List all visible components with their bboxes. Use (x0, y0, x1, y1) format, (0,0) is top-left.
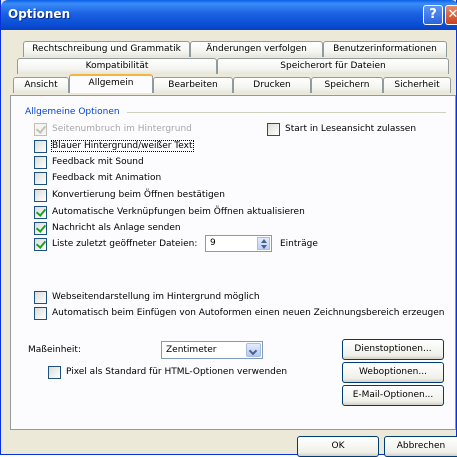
ok-button[interactable]: OK (297, 436, 379, 457)
option-recent-files[interactable]: Liste zuletzt geöffneter Dateien: (34, 237, 197, 251)
option-send-as-attachment[interactable]: Nachricht als Anlage senden (34, 221, 181, 235)
chevron-down-icon[interactable] (261, 245, 267, 249)
title-bar[interactable]: Optionen ? ✕ (1, 0, 457, 30)
close-icon[interactable]: ✕ (445, 5, 457, 25)
tab-rechtschreibung[interactable]: Rechtschreibung und Grammatik (23, 41, 190, 57)
option-label: Automatisch beim Einfügen von Autoformen… (52, 308, 445, 318)
checkbox[interactable] (34, 205, 47, 219)
units-value: Zentimeter (166, 345, 217, 355)
tab-benutzerinformationen[interactable]: Benutzerinformationen (323, 41, 447, 57)
option-label: Pixel als Standard für HTML-Optionen ver… (66, 367, 288, 377)
tab-allgemein[interactable]: Allgemein (69, 74, 153, 93)
group-divider (127, 112, 446, 113)
option-label: Nachricht als Anlage senden (52, 223, 181, 233)
option-label: Feedback mit Animation (52, 173, 162, 183)
help-button[interactable]: ? (423, 5, 443, 25)
chevron-down-icon[interactable] (246, 343, 261, 357)
checkbox[interactable] (34, 188, 47, 202)
checkbox[interactable] (267, 122, 280, 136)
option-update-links[interactable]: Automatische Verknüpfungen beim Öffnen a… (34, 205, 305, 219)
option-label: Start in Leseansicht zulassen (285, 124, 417, 134)
option-label: Seitenumbruch im Hintergrund (52, 124, 192, 134)
recent-files-value: 9 (210, 238, 216, 248)
checkbox[interactable] (34, 237, 47, 251)
stepper-buttons[interactable] (257, 237, 270, 250)
option-web-background[interactable]: Webseitendarstellung im Hintergrund mögl… (34, 290, 260, 304)
option-blue-background[interactable]: Blauer Hintergrund/weißer Text (34, 139, 194, 153)
units-label: Maßeinheit: (28, 345, 81, 355)
checkbox[interactable] (48, 365, 61, 379)
web-options-button[interactable]: Weboptionen... (342, 362, 444, 383)
tab-kompatibilitaet[interactable]: Kompatibilität (17, 58, 217, 74)
tab-speichern[interactable]: Speichern (311, 77, 383, 93)
recent-files-stepper[interactable]: 9 (205, 235, 272, 252)
checkbox[interactable] (34, 290, 47, 304)
checkbox[interactable] (34, 155, 47, 169)
option-label: Blauer Hintergrund/weißer Text (51, 140, 194, 152)
tab-drucken[interactable]: Drucken (233, 77, 311, 93)
window-title: Optionen (8, 7, 71, 21)
cancel-button[interactable]: Abbrechen (384, 436, 457, 457)
option-confirm-conversion[interactable]: Konvertierung beim Öffnen bestätigen (34, 188, 225, 202)
tab-ansicht[interactable]: Ansicht (13, 77, 69, 93)
units-select[interactable]: Zentimeter (161, 341, 263, 359)
option-feedback-sound[interactable]: Feedback mit Sound (34, 155, 144, 169)
option-background-pagination[interactable]: Seitenumbruch im Hintergrund (34, 122, 192, 136)
option-label: Liste zuletzt geöffneter Dateien: (52, 239, 198, 249)
checkbox[interactable] (34, 221, 47, 235)
option-label: Feedback mit Sound (52, 157, 144, 167)
recent-files-unit: Einträge (280, 239, 318, 249)
options-dialog: Optionen ? ✕ Rechtschreibung und Grammat… (0, 0, 457, 457)
option-label: Webseitendarstellung im Hintergrund mögl… (52, 292, 260, 302)
option-reading-layout[interactable]: Start in Leseansicht zulassen (267, 122, 416, 136)
tab-speicherort[interactable]: Speicherort für Dateien (217, 58, 449, 74)
checkbox[interactable] (34, 122, 47, 136)
email-options-button[interactable]: E-Mail-Optionen... (342, 385, 444, 406)
checkbox[interactable] (34, 306, 47, 320)
option-auto-drawing-canvas[interactable]: Automatisch beim Einfügen von Autoformen… (34, 306, 444, 320)
tab-sicherheit[interactable]: Sicherheit (383, 77, 451, 93)
service-options-button[interactable]: Dienstoptionen... (342, 339, 444, 360)
option-label: Automatische Verknüpfungen beim Öffnen a… (52, 207, 305, 217)
checkbox[interactable] (34, 139, 47, 153)
tab-bearbeiten[interactable]: Bearbeiten (153, 77, 233, 93)
chevron-up-icon[interactable] (261, 239, 267, 243)
option-feedback-animation[interactable]: Feedback mit Animation (34, 171, 161, 185)
tab-aenderungen[interactable]: Änderungen verfolgen (190, 41, 323, 57)
option-pixels-html[interactable]: Pixel als Standard für HTML-Optionen ver… (48, 365, 287, 379)
checkbox[interactable] (34, 171, 47, 185)
group-label-general: Allgemeine Optionen (25, 107, 120, 117)
option-label: Konvertierung beim Öffnen bestätigen (52, 190, 225, 200)
